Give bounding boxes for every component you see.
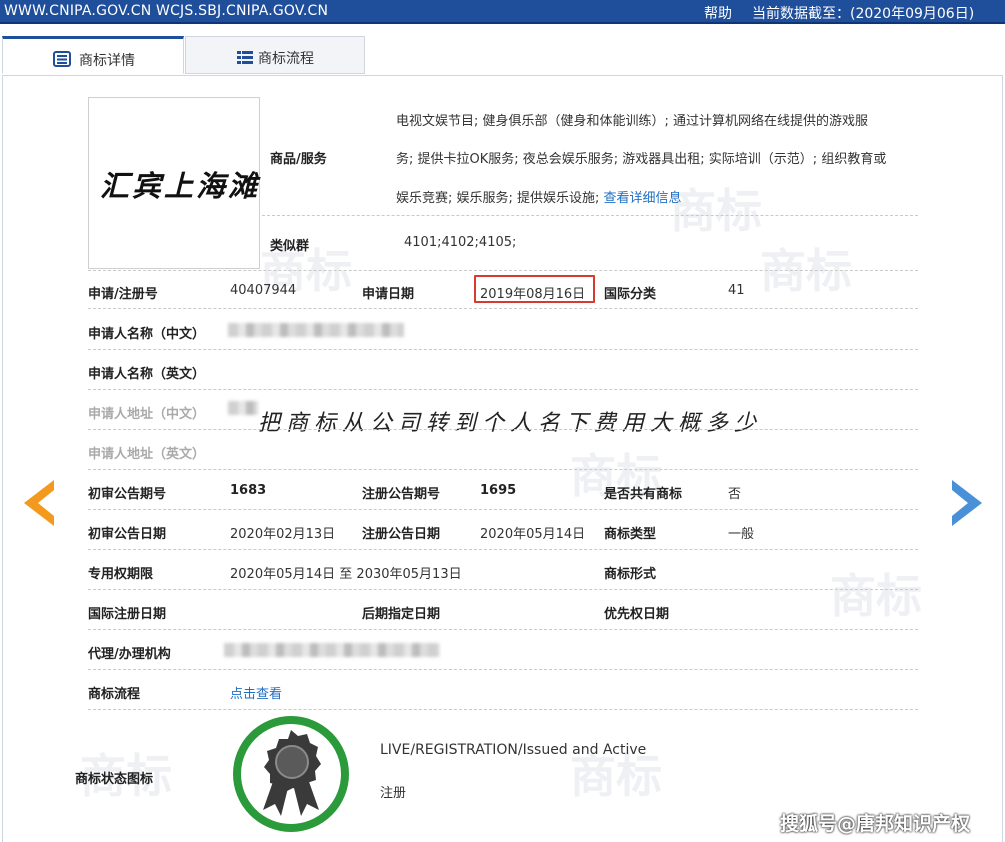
shared-value: 否 (728, 487, 742, 502)
goods-line-2: 务; 提供卡拉OK服务; 夜总会娱乐服务; 游戏器具出租; 实际培训（示范）; … (396, 152, 887, 167)
address-cn-label: 申请人地址（中文） (88, 407, 206, 422)
watermark: 商标 (670, 184, 762, 238)
reg-no-label: 申请/注册号 (88, 287, 158, 302)
later-date-label: 后期指定日期 (362, 607, 441, 622)
address-en-label: 申请人地址（英文） (88, 447, 206, 462)
exclusive-period-value: 2020年05月14日 至 2030年05月13日 (230, 567, 462, 582)
goods-line-3: 娱乐竞赛; 娱乐服务; 提供娱乐设施; 查看详细信息 (396, 187, 682, 206)
similar-group-value: 4101;4102;4105; (404, 235, 517, 250)
divider (88, 509, 918, 510)
divider (88, 429, 918, 430)
overlay-caption: 把商标从公司转到个人名下费用大概多少 (258, 411, 763, 436)
divider (88, 709, 918, 710)
tm-type-value: 一般 (728, 527, 755, 542)
award-ribbon-icon (233, 716, 349, 832)
next-arrow-icon[interactable] (948, 478, 986, 528)
reg-pub-date-label: 注册公告日期 (362, 527, 441, 542)
prev-arrow-icon[interactable] (20, 478, 58, 528)
reg-pub-no-label: 注册公告期号 (362, 487, 441, 502)
redacted-value (228, 323, 404, 337)
intl-class-label: 国际分类 (604, 287, 657, 302)
prelim-date-label: 初审公告日期 (88, 527, 167, 542)
source-watermark: 搜狐号@唐邦知识产权 (780, 813, 971, 835)
divider (88, 270, 918, 271)
data-cutoff-date: 当前数据截至：(2020年09月06日) (752, 6, 975, 22)
goods-services-label: 商品/服务 (270, 152, 327, 167)
divider (88, 308, 918, 309)
divider (88, 389, 918, 390)
status-line-1: LIVE/REGISTRATION/Issued and Active (380, 742, 647, 758)
process-label: 商标流程 (88, 687, 141, 702)
applicant-en-label: 申请人名称（英文） (88, 367, 206, 382)
list-icon (237, 51, 253, 64)
applicant-cn-label: 申请人名称（中文） (88, 327, 206, 342)
divider (88, 349, 918, 350)
agent-label: 代理/办理机构 (88, 647, 171, 662)
watermark: 商标 (830, 569, 922, 623)
view-details-link[interactable]: 查看详细信息 (604, 191, 682, 206)
divider (88, 589, 918, 590)
similar-group-label: 类似群 (270, 239, 310, 254)
divider (88, 549, 918, 550)
list-document-icon (53, 51, 71, 67)
divider (88, 469, 918, 470)
app-date-value: 2019年08月16日 (480, 287, 586, 302)
site-urls[interactable]: WWW.CNIPA.GOV.CN WCJS.SBJ.CNIPA.GOV.CN (4, 3, 328, 19)
goods-line-3-text: 娱乐竞赛; 娱乐服务; 提供娱乐设施; (396, 191, 604, 206)
watermark: 商标 (760, 244, 852, 298)
exclusive-period-label: 专用权期限 (88, 567, 154, 582)
prelim-no-value: 1683 (230, 483, 267, 498)
divider (262, 215, 918, 216)
redacted-value (224, 643, 440, 657)
goods-line-1: 电视文娱节目; 健身俱乐部（健身和体能训练）; 通过计算机网络在线提供的游戏服 (396, 114, 869, 129)
intl-reg-date-label: 国际注册日期 (88, 607, 167, 622)
process-view-link[interactable]: 点击查看 (230, 683, 282, 702)
redacted-value (228, 401, 258, 415)
prelim-date-value: 2020年02月13日 (230, 527, 336, 542)
top-bar: WWW.CNIPA.GOV.CN WCJS.SBJ.CNIPA.GOV.CN 帮… (0, 0, 1005, 24)
intl-class-value: 41 (728, 283, 745, 298)
tab-label: 商标详情 (79, 53, 135, 69)
tab-label: 商标流程 (258, 51, 314, 67)
shared-label: 是否共有商标 (604, 487, 683, 502)
status-line-2: 注册 (380, 786, 407, 801)
tab-trademark-process[interactable]: 商标流程 (185, 36, 365, 74)
tm-type-label: 商标类型 (604, 527, 657, 542)
help-link[interactable]: 帮助 (704, 3, 732, 23)
reg-pub-no-value: 1695 (480, 483, 517, 498)
app-date-label: 申请日期 (362, 287, 415, 302)
priority-date-label: 优先权日期 (604, 607, 670, 622)
prelim-no-label: 初审公告期号 (88, 487, 167, 502)
reg-no-value: 40407944 (230, 283, 297, 298)
trademark-logo-text: 汇宾上海滩 (100, 169, 261, 203)
divider (88, 669, 918, 670)
tm-form-label: 商标形式 (604, 567, 657, 582)
tab-trademark-details[interactable]: 商标详情 (2, 36, 184, 74)
divider (88, 629, 918, 630)
status-icon-label: 商标状态图标 (75, 772, 154, 787)
reg-pub-date-value: 2020年05月14日 (480, 527, 586, 542)
